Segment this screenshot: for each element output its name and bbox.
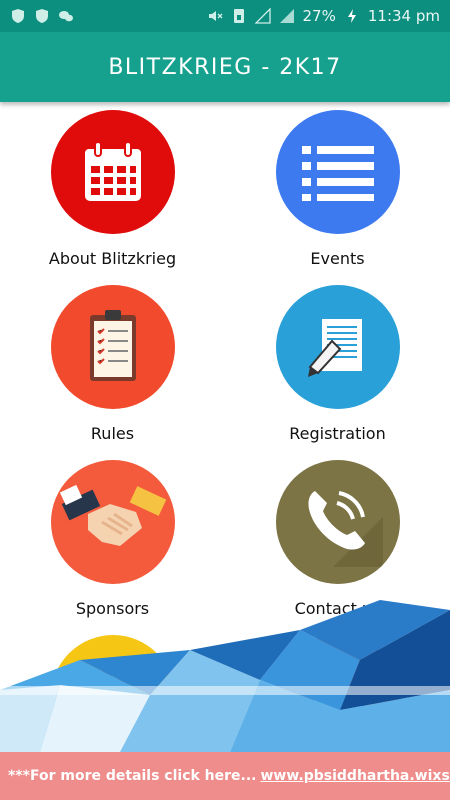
tile-label: About Blitzkrieg — [49, 249, 176, 268]
tile-rules[interactable]: Rules — [0, 279, 225, 454]
decorative-background — [0, 600, 450, 752]
battery-charging-icon — [344, 8, 360, 24]
banner-text: ***For more details click here... — [8, 768, 257, 784]
status-bar: 27% 11:34 pm — [0, 0, 450, 32]
phone-icon — [276, 460, 400, 584]
tile-registration[interactable]: Registration — [225, 279, 450, 454]
page-title: BLITZKRIEG - 2K17 — [108, 55, 341, 80]
tile-label: Rules — [91, 424, 134, 443]
chat-icon — [58, 8, 74, 24]
website-link[interactable]: www.pbsiddhartha.wixsite.com/bli — [261, 768, 450, 784]
calendar-icon — [51, 110, 175, 234]
handshake-icon — [51, 460, 175, 584]
signal-icon — [279, 8, 295, 24]
status-notification-icons — [10, 8, 74, 24]
tile-events[interactable]: Events — [225, 104, 450, 279]
list-icon — [276, 110, 400, 234]
clipboard-icon — [51, 285, 175, 409]
tile-about-blitzkrieg[interactable]: About Blitzkrieg — [0, 104, 225, 279]
info-banner[interactable]: ***For more details click here... www.pb… — [0, 752, 450, 800]
status-system-icons: 27% 11:34 pm — [207, 7, 440, 25]
mute-icon — [207, 8, 223, 24]
clock-time: 11:34 pm — [368, 7, 440, 25]
sim-icon — [231, 8, 247, 24]
shield-icon — [34, 8, 50, 24]
battery-percent: 27% — [303, 7, 336, 25]
signal-icon — [255, 8, 271, 24]
tile-label: Registration — [289, 424, 385, 443]
shield-icon — [10, 8, 26, 24]
form-edit-icon — [276, 285, 400, 409]
tile-label: Events — [310, 249, 364, 268]
app-bar: BLITZKRIEG - 2K17 — [0, 32, 450, 102]
